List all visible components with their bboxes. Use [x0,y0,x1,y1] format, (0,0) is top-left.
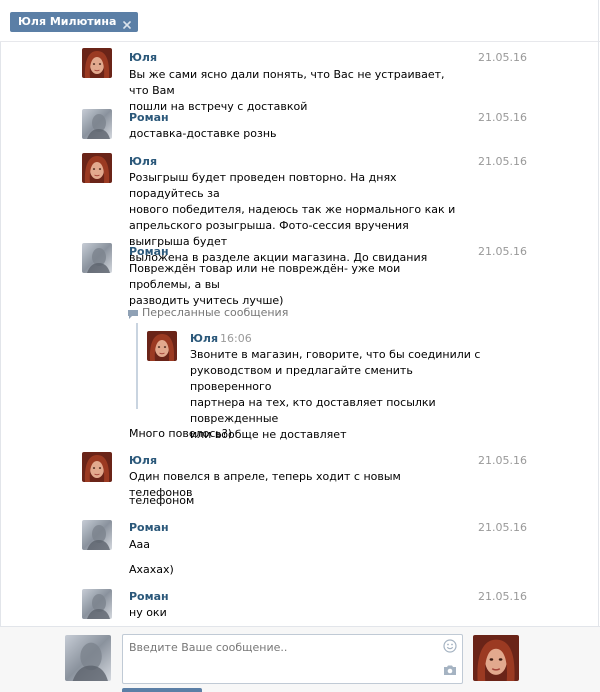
message-line: партнера на тех, кто доставляет посылки … [190,396,436,425]
message-line: Звоните в магазин, говорите, что бы соед… [190,348,481,361]
message-text: Повреждён товар или не повреждён- уже мо… [129,261,464,309]
avatar[interactable] [82,452,112,482]
avatar[interactable] [82,109,112,139]
speech-bubble-icon [128,309,138,319]
close-icon[interactable] [122,17,132,29]
message-line: Вы же сами ясно дали понять, что Вас не … [129,68,445,97]
message-date[interactable]: 21.05.16 [478,454,527,468]
message-input-placeholder: Введите Ваше сообщение.. [129,641,288,654]
message-line: Много повелось?) [129,427,233,440]
divider [598,0,599,692]
message-author[interactable]: Роман [129,521,169,535]
message-author[interactable]: Юля [129,155,157,169]
smiley-icon[interactable] [443,639,457,653]
message-date[interactable]: 21.05.16 [478,155,527,169]
forwarded-header-label: Пересланные сообщения [142,306,289,319]
message-line: телефоном [129,494,195,507]
forwarded-time: 16:06 [220,332,252,345]
message-author[interactable]: Юля [129,454,157,468]
chat-tab-title: Юля Милютина [18,15,117,28]
message-text: Много повелось?) [129,426,464,442]
message-date[interactable]: 21.05.16 [478,51,527,65]
message-author[interactable]: Роман [129,590,169,604]
message-date[interactable]: 21.05.16 [478,590,527,604]
avatar[interactable] [147,331,177,361]
message-text: Вы же сами ясно дали понять, что Вас не … [129,67,464,115]
message-line: Повреждён товар или не повреждён- уже мо… [129,262,401,291]
message-text: ну оки [129,605,464,621]
message-author[interactable]: Юля [129,51,157,65]
forwarded-bar [136,323,138,409]
recipient-avatar[interactable] [473,635,519,681]
message-date[interactable]: 21.05.16 [478,521,527,535]
avatar[interactable] [82,243,112,273]
camera-icon[interactable] [443,664,457,676]
message-text: телефоном [129,493,464,509]
message-line: Ахахах) [129,563,174,576]
chat-header: Юля Милютина [0,0,600,42]
message-line: нового победителя, надеюсь так же нормал… [129,203,456,216]
message-text: Ааа [129,537,464,553]
message-line: доставка-доставке рознь [129,127,277,140]
message-line: Розыгрыш будет проведен повторно. На дня… [129,171,397,200]
message-text: доставка-доставке рознь [129,126,464,142]
my-avatar[interactable] [65,635,111,681]
forwarded-header[interactable]: Пересланные сообщения [128,306,288,320]
avatar[interactable] [82,520,112,550]
message-author[interactable]: Роман [129,245,169,259]
forwarded-author[interactable]: Юля [190,332,218,346]
message-text: Розыгрыш будет проведен повторно. На дня… [129,170,464,266]
message-date[interactable]: 21.05.16 [478,245,527,259]
message-input[interactable]: Введите Ваше сообщение.. [122,634,463,684]
message-date[interactable]: 21.05.16 [478,111,527,125]
message-line: пошли на встречу с доставкой [129,100,308,113]
chat-tab[interactable]: Юля Милютина [10,12,139,32]
send-button[interactable] [122,688,202,692]
message-text: Ахахах) [129,562,464,578]
message-line: Ааа [129,538,151,551]
message-line: апрельского розыгрыша. Фото-сессия вруче… [129,219,409,248]
avatar[interactable] [82,48,112,78]
avatar[interactable] [82,589,112,619]
message-line: ну оки [129,606,167,619]
message-line: руководством и предлагайте сменить прове… [190,364,413,393]
divider [0,42,1,626]
avatar[interactable] [82,153,112,183]
message-author[interactable]: Роман [129,111,169,125]
